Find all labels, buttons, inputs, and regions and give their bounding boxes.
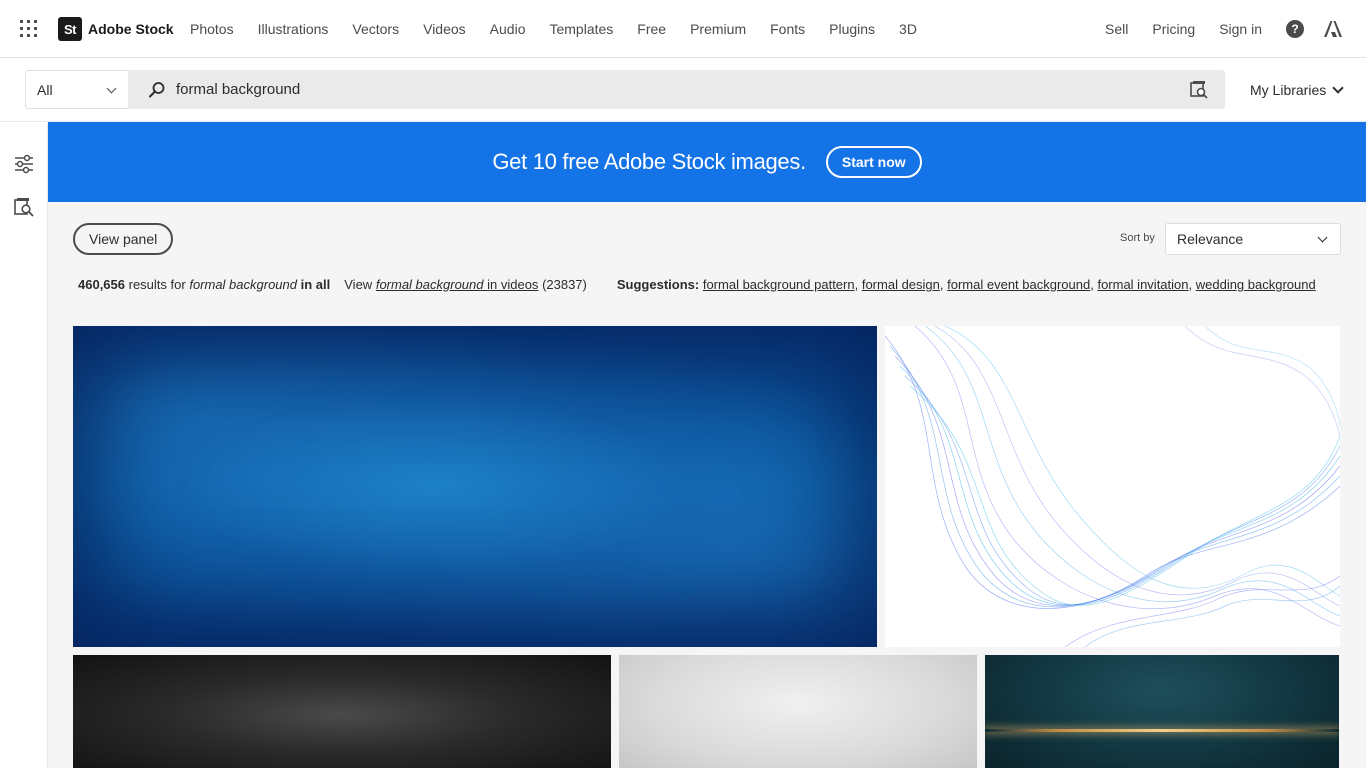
results-for-text: results for xyxy=(128,277,186,292)
nav-fonts[interactable]: Fonts xyxy=(770,21,805,37)
search-input[interactable] xyxy=(176,70,1156,109)
sign-in-link[interactable]: Sign in xyxy=(1219,21,1262,37)
magnifier-icon xyxy=(149,82,165,98)
results-scope: in all xyxy=(300,277,331,292)
app-switcher-grid-icon[interactable] xyxy=(20,20,37,37)
videos-link-term: formal background xyxy=(375,277,484,292)
video-count: (23837) xyxy=(542,277,587,292)
scope-value: All xyxy=(37,81,53,98)
wave-lines-graphic xyxy=(885,326,1340,647)
nav-templates[interactable]: Templates xyxy=(549,21,613,37)
results-content: View panel Sort by Relevance 460,656 res… xyxy=(48,202,1366,768)
suggestion-link[interactable]: formal invitation xyxy=(1097,277,1188,292)
suggestions: Suggestions: formal background pattern, … xyxy=(616,277,1316,292)
logo-text: Adobe Stock xyxy=(88,21,174,37)
view-in-videos: View formal background in videos (23837) xyxy=(344,277,587,292)
search-scope-select[interactable]: All xyxy=(25,70,129,109)
pricing-link[interactable]: Pricing xyxy=(1152,21,1195,37)
adobe-stock-logo[interactable]: St Adobe Stock xyxy=(58,17,174,41)
gold-line-accent xyxy=(985,729,1339,732)
nav-premium[interactable]: Premium xyxy=(690,21,746,37)
chevron-down-icon xyxy=(106,83,117,94)
sell-link[interactable]: Sell xyxy=(1105,21,1128,37)
visual-search-icon[interactable] xyxy=(1189,80,1209,100)
nav-photos[interactable]: Photos xyxy=(190,21,234,37)
chevron-down-icon xyxy=(1332,82,1344,94)
left-rail xyxy=(0,123,48,768)
suggestion-link[interactable]: formal background pattern xyxy=(703,277,855,292)
start-now-button[interactable]: Start now xyxy=(825,146,922,178)
asset-type-nav: Photos Illustrations Vectors Videos Audi… xyxy=(190,0,941,58)
chevron-down-icon xyxy=(1317,232,1328,243)
promo-banner: Get 10 free Adobe Stock images. Start no… xyxy=(48,122,1366,202)
sort-select[interactable]: Relevance xyxy=(1165,223,1341,255)
nav-vectors[interactable]: Vectors xyxy=(352,21,399,37)
view-panel-button[interactable]: View panel xyxy=(73,223,174,255)
adobe-logo-icon[interactable] xyxy=(1324,21,1342,37)
results-count: 460,656 xyxy=(78,277,125,292)
view-in-videos-link[interactable]: formal background in videos xyxy=(376,277,539,292)
my-libraries-label: My Libraries xyxy=(1250,82,1327,98)
logo-mark: St xyxy=(58,17,82,41)
result-image-blue-wave-lines[interactable] xyxy=(885,326,1340,647)
nav-illustrations[interactable]: Illustrations xyxy=(258,21,329,37)
suggestion-link[interactable]: formal design xyxy=(862,277,940,292)
account-nav: Sell Pricing Sign in ? xyxy=(1105,0,1366,58)
results-term: formal background xyxy=(189,277,297,292)
sort-label: Sort by xyxy=(1120,232,1155,244)
promo-text: Get 10 free Adobe Stock images. xyxy=(492,149,806,174)
my-libraries-button[interactable]: My Libraries xyxy=(1250,82,1344,98)
nav-audio[interactable]: Audio xyxy=(490,21,526,37)
top-navigation: St Adobe Stock Photos Illustrations Vect… xyxy=(0,0,1366,58)
result-image-teal-gold-line[interactable] xyxy=(985,655,1339,768)
help-icon[interactable]: ? xyxy=(1286,20,1304,38)
videos-link-suffix: in videos xyxy=(487,277,539,292)
result-image-gray-texture[interactable] xyxy=(619,655,977,768)
view-prefix: View xyxy=(344,277,373,292)
nav-plugins[interactable]: Plugins xyxy=(829,21,875,37)
visual-search-icon[interactable] xyxy=(13,196,35,218)
nav-3d[interactable]: 3D xyxy=(899,21,917,37)
search-row: All My Libraries xyxy=(0,58,1366,122)
suggestion-link[interactable]: wedding background xyxy=(1196,277,1316,292)
filter-sliders-icon[interactable] xyxy=(13,153,35,175)
nav-videos[interactable]: Videos xyxy=(423,21,466,37)
result-image-blue-texture[interactable] xyxy=(73,326,877,647)
sort-value: Relevance xyxy=(1177,231,1244,247)
results-summary: 460,656 results for formal background in… xyxy=(78,277,1316,292)
suggestions-label: Suggestions: xyxy=(616,277,700,292)
search-box xyxy=(128,70,1225,109)
result-image-dark-texture[interactable] xyxy=(73,655,611,768)
suggestion-link[interactable]: formal event background xyxy=(947,277,1090,292)
nav-free[interactable]: Free xyxy=(637,21,666,37)
